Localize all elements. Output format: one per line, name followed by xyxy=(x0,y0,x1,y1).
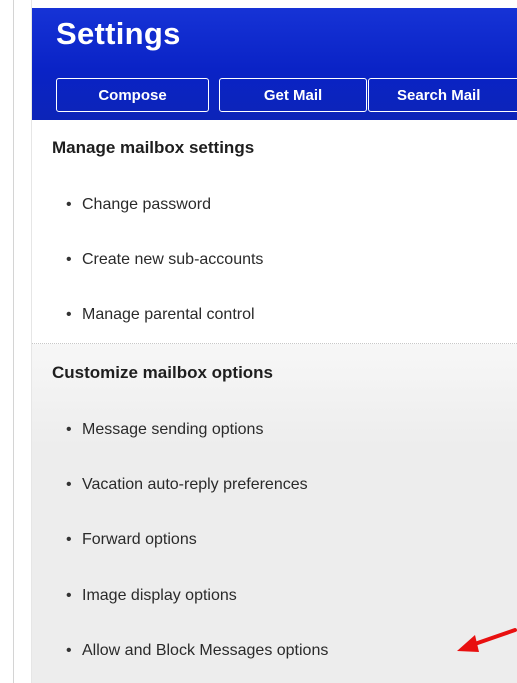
list-item-label[interactable]: Create new sub-accounts xyxy=(82,251,263,268)
bullet-icon: • xyxy=(66,476,72,493)
settings-page: Settings Compose Get Mail Search Mail Ma… xyxy=(0,0,517,683)
list-item-forward-options[interactable]: • Forward options xyxy=(66,531,197,549)
list-item-image-display[interactable]: • Image display options xyxy=(66,587,237,605)
list-item-allow-block-messages[interactable]: • Allow and Block Messages options xyxy=(66,642,328,660)
bullet-icon: • xyxy=(66,642,72,659)
manage-section-title: Manage mailbox settings xyxy=(52,138,255,157)
page-border xyxy=(13,0,14,683)
list-item-label[interactable]: Image display options xyxy=(82,587,237,604)
bullet-icon: • xyxy=(66,196,72,213)
page-title: Settings xyxy=(56,16,181,51)
settings-header: Settings Compose Get Mail Search Mail xyxy=(32,8,517,120)
list-item-label[interactable]: Manage parental control xyxy=(82,306,255,323)
list-item-create-sub-accounts[interactable]: • Create new sub-accounts xyxy=(66,251,263,269)
get-mail-button[interactable]: Get Mail xyxy=(219,78,367,112)
search-mail-button[interactable]: Search Mail xyxy=(368,78,517,112)
compose-button[interactable]: Compose xyxy=(56,78,209,112)
list-item-change-password[interactable]: • Change password xyxy=(66,196,211,214)
bullet-icon: • xyxy=(66,251,72,268)
bullet-icon: • xyxy=(66,587,72,604)
customize-section-title: Customize mailbox options xyxy=(52,363,274,382)
list-item-message-sending[interactable]: • Message sending options xyxy=(66,421,263,439)
bullet-icon: • xyxy=(66,531,72,548)
list-item-label[interactable]: Allow and Block Messages options xyxy=(82,642,328,659)
list-item-label[interactable]: Forward options xyxy=(82,531,197,548)
list-item-label[interactable]: Vacation auto-reply preferences xyxy=(82,476,308,493)
bullet-icon: • xyxy=(66,306,72,323)
list-item-vacation-auto-reply[interactable]: • Vacation auto-reply preferences xyxy=(66,476,308,494)
section-divider xyxy=(32,343,517,345)
list-item-label[interactable]: Change password xyxy=(82,196,211,213)
list-item-parental-control[interactable]: • Manage parental control xyxy=(66,306,255,324)
customize-section-background xyxy=(32,344,517,683)
red-arrow-icon xyxy=(457,628,517,652)
bullet-icon: • xyxy=(66,421,72,438)
list-item-label[interactable]: Message sending options xyxy=(82,421,263,438)
